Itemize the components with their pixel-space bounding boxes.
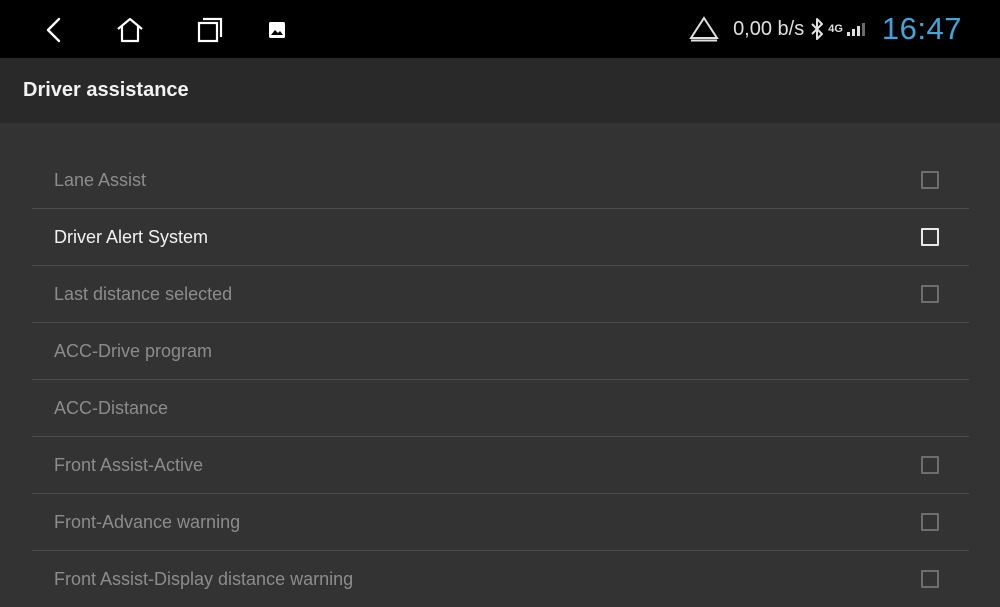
page-title: Driver assistance bbox=[23, 79, 189, 101]
title-bar: Driver assistance bbox=[0, 58, 1000, 123]
settings-checkbox bbox=[921, 171, 939, 189]
settings-row-label: Lane Assist bbox=[54, 170, 147, 190]
recents-button[interactable] bbox=[187, 8, 231, 52]
settings-checkbox bbox=[921, 456, 939, 474]
recents-icon bbox=[197, 17, 223, 43]
settings-row-label: Front-Advance warning bbox=[54, 512, 241, 532]
settings-row: ACC-Distance bbox=[32, 380, 969, 437]
network-speed: 0,00 b/s bbox=[733, 17, 805, 40]
settings-row: Last distance selected bbox=[32, 266, 969, 323]
gallery-icon bbox=[269, 22, 285, 38]
settings-checkbox bbox=[921, 570, 939, 588]
settings-row: Front Assist-Display distance warning bbox=[32, 551, 969, 607]
settings-row-label: Driver Alert System bbox=[54, 227, 209, 247]
signal-icon bbox=[846, 21, 866, 37]
settings-row: Lane Assist bbox=[32, 152, 969, 209]
back-button[interactable] bbox=[32, 8, 76, 52]
back-icon bbox=[46, 17, 61, 43]
settings-row: Front Assist-Active bbox=[32, 437, 969, 494]
settings-list: Lane Assist Driver Alert System Last dista… bbox=[32, 152, 969, 607]
network-type: 4G bbox=[828, 23, 843, 35]
settings-checkbox bbox=[921, 513, 939, 531]
status-bar: 0,00 b/s 4G 16:47 bbox=[0, 0, 1000, 58]
warning-triangle-icon bbox=[689, 16, 719, 42]
settings-checkbox[interactable] bbox=[921, 228, 939, 246]
settings-row[interactable]: Driver Alert System bbox=[32, 209, 969, 266]
clock: 16:47 bbox=[881, 11, 962, 46]
settings-row-label: ACC-Drive program bbox=[54, 341, 213, 361]
settings-row-label: Front Assist-Display distance warning bbox=[54, 569, 354, 589]
home-button[interactable] bbox=[108, 8, 152, 52]
settings-row: Front-Advance warning bbox=[32, 494, 969, 551]
bluetooth-icon bbox=[810, 17, 824, 41]
status-indicators: 0,00 b/s 4G 16:47 bbox=[689, 0, 962, 58]
settings-row-label: Last distance selected bbox=[54, 284, 233, 304]
gallery-button[interactable] bbox=[255, 8, 299, 52]
settings-row-label: Front Assist-Active bbox=[54, 455, 204, 475]
settings-checkbox bbox=[921, 285, 939, 303]
settings-row-label: ACC-Distance bbox=[54, 398, 169, 418]
settings-row: ACC-Drive program bbox=[32, 323, 969, 380]
home-icon bbox=[117, 17, 143, 43]
